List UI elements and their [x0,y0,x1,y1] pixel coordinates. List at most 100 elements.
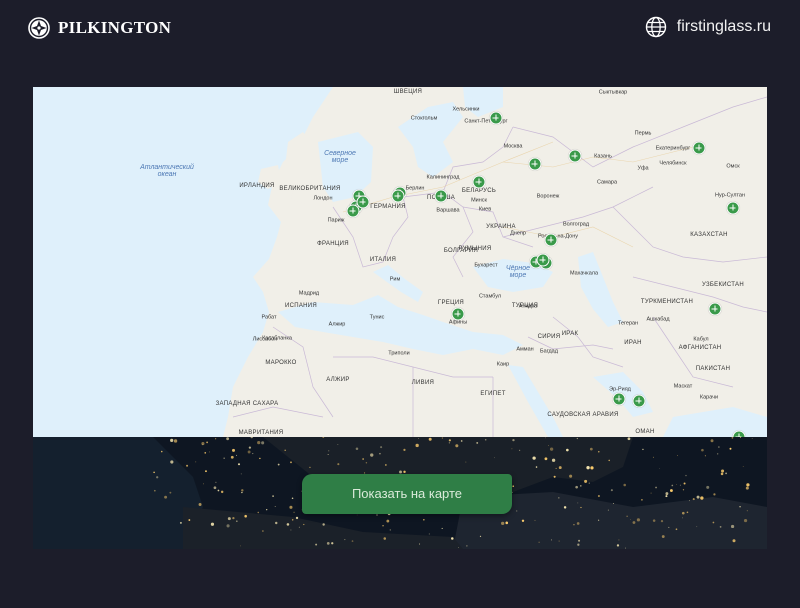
city-light [660,520,664,523]
city-light [380,446,383,449]
city-label: Тегеран [617,320,639,327]
pilkington-logo[interactable]: PILKINGTON [28,17,171,39]
city-light [521,519,525,523]
city-light [213,486,217,490]
city-light [418,438,419,439]
country-label: СИРИЯ [537,334,561,340]
city-light [679,484,681,486]
city-light [328,450,330,452]
map-base [33,87,767,437]
location-pin-icon[interactable] [632,394,646,408]
city-label: Лондон [313,195,333,202]
city-light [458,547,459,548]
city-light [356,514,358,516]
city-light [365,462,368,464]
city-light [476,441,479,444]
city-light [725,472,728,475]
location-pin-icon[interactable] [489,111,503,125]
country-label: ИРАК [561,331,579,337]
city-label: Рим [389,276,401,283]
location-pin-icon[interactable] [434,189,448,203]
location-pin-icon[interactable] [536,253,550,267]
country-label: АЛЖИР [326,377,350,383]
city-light [170,460,174,464]
city-label: Берлин [405,185,425,192]
city-light [188,519,191,521]
location-pin-icon[interactable] [451,307,465,321]
country-label: ФРАНЦИЯ [317,241,349,247]
city-light [290,461,292,464]
city-light [682,517,683,519]
city-light [295,516,299,520]
city-light [428,533,430,535]
city-light [232,448,235,452]
city-light [689,500,690,502]
location-pin-icon[interactable] [544,233,558,247]
city-light [266,508,268,511]
city-light [204,452,207,454]
show-on-map-button[interactable]: Показать на карте [302,474,512,514]
city-light [322,523,325,526]
pilkington-emblem-icon [28,17,50,39]
city-light [153,471,155,474]
country-label: ШВЕЦИЯ [393,89,423,95]
city-light [623,483,626,487]
location-pin-icon[interactable] [612,392,626,406]
city-light [448,442,451,444]
location-pin-icon[interactable] [692,141,706,155]
location-pin-icon[interactable] [568,149,582,163]
country-label: ИТАЛИЯ [369,257,397,263]
city-light [696,495,700,499]
city-label: Минск [471,197,487,204]
globe-icon [645,16,666,38]
city-light [589,447,593,451]
city-light [428,437,432,441]
city-label: Киев [478,206,492,213]
city-label: Днепр [510,230,526,237]
city-light [613,502,614,504]
city-label: Нур-Султан [715,192,745,199]
city-light [262,530,264,532]
city-light [545,437,546,439]
city-light [577,502,579,504]
sea-label: Северное море [324,150,356,164]
city-label: Воронеж [536,193,560,200]
city-light [655,486,657,489]
city-light [205,470,207,473]
locations-map[interactable]: Атлантический океан Северное море Чёрное м… [33,87,767,437]
location-pin-icon[interactable] [472,175,486,189]
city-light [701,448,704,452]
location-pin-icon[interactable] [528,157,542,171]
city-light [624,547,626,549]
city-light [161,450,163,453]
location-pin-icon[interactable] [391,189,405,203]
city-light [289,505,293,509]
header: PILKINGTON firstinglass.ru [0,0,800,60]
country-label: МАВРИТАНИЯ [238,430,284,436]
city-light [584,479,588,483]
city-light [607,509,609,511]
city-label: Сыктывкар [598,89,628,96]
city-light [239,545,241,547]
city-light [465,461,467,463]
city-light [236,454,238,456]
city-light [226,524,230,528]
city-light [259,457,261,460]
city-light [494,457,495,459]
city-light [455,444,459,448]
city-light [210,522,215,526]
location-pin-icon[interactable] [708,302,722,316]
location-pin-icon[interactable] [356,195,370,209]
city-light [383,537,387,540]
location-pin-icon[interactable] [726,201,740,215]
country-label: ИСПАНИЯ [284,303,318,309]
city-light [261,441,265,445]
city-light [598,451,600,453]
city-light [588,482,590,484]
sea-label: Атлантический океан [140,164,194,178]
city-light [563,506,567,509]
site-link[interactable]: firstinglass.ru [645,16,771,38]
city-light [683,482,686,485]
city-light [641,499,643,501]
city-light [355,447,359,450]
